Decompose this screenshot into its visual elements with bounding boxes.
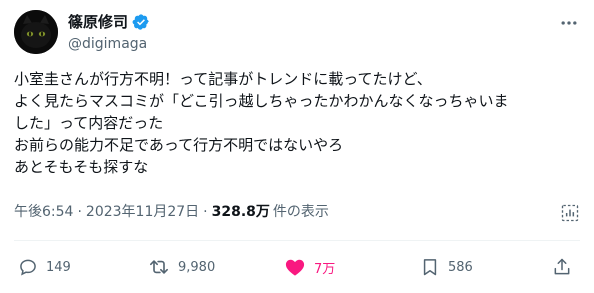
author-name-row: 篠原修司 [68,12,150,32]
meta-separator: · [77,204,82,220]
tweet-text-line: した」って内容だった [14,114,164,132]
views-label: 件の表示 [272,204,329,220]
tweet-meta: 午後6:54 · 2023年11月27日 · 328.8万 件の表示 [14,202,329,222]
verified-badge-icon [132,13,150,31]
reply-icon [18,257,38,277]
repost-button[interactable]: 9,980 [148,255,215,279]
divider [14,240,580,241]
avatar[interactable] [14,10,58,54]
tweet-text-line: 小室圭さんが行方不明！って記事がトレンドに載ってたけど、 [14,70,432,88]
repost-count: 9,980 [178,259,216,275]
black-cat-avatar-image [14,10,58,54]
bookmark-icon [420,257,440,277]
tweet-actions-bar: 149 9,980 7万 586 [14,255,580,279]
bookmark-count: 586 [448,259,473,275]
tweet-text: 小室圭さんが行方不明！って記事がトレンドに載ってたけど、 よく見たらマスコミが「… [14,68,580,178]
meta-separator: · [203,204,208,220]
tweet-time[interactable]: 午後6:54 [14,202,73,222]
reply-button[interactable]: 149 [18,255,71,279]
share-icon [552,257,572,277]
heart-icon [284,257,306,277]
like-button[interactable]: 7万 [284,255,335,279]
repost-icon [148,257,170,277]
tweet-text-line: あとそもそも探すな [14,158,149,176]
author-display-name[interactable]: 篠原修司 [68,12,128,32]
analytics-icon[interactable] [560,203,580,223]
bookmark-button[interactable]: 586 [420,255,473,279]
like-count: 7万 [314,261,336,277]
more-options-icon[interactable] [558,12,580,34]
author-handle[interactable]: @digimaga [68,35,147,53]
reply-count: 149 [46,259,71,275]
tweet-text-line: よく見たらマスコミが「どこ引っ越しちゃったかわかんなくなっちゃいま [14,92,509,110]
tweet-date[interactable]: 2023年11月27日 [86,202,199,222]
views-count: 328.8万 [211,204,270,220]
share-button[interactable] [552,255,572,279]
tweet-text-line: お前らの能力不足であって行方不明ではないやろ [14,136,344,154]
